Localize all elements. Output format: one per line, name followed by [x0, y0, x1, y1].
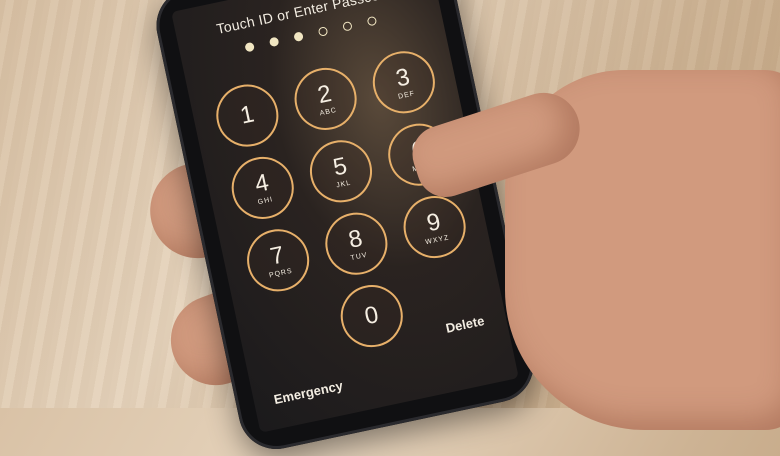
- key-4[interactable]: 4 GHI: [225, 151, 300, 225]
- key-0[interactable]: 0: [334, 279, 409, 353]
- key-1[interactable]: 1: [210, 78, 285, 153]
- key-letters: JKL: [335, 179, 352, 190]
- delete-button[interactable]: Delete: [444, 313, 485, 336]
- key-number: 8: [345, 224, 365, 254]
- key-number: 7: [267, 240, 287, 271]
- key-7[interactable]: 7 PQRS: [241, 223, 315, 298]
- passcode-dot: [317, 26, 329, 37]
- key-number: 0: [362, 301, 381, 331]
- key-3[interactable]: 3 DEF: [367, 45, 441, 120]
- passcode-dot: [244, 41, 256, 53]
- key-letters: WXYZ: [424, 233, 450, 246]
- key-number: 9: [424, 207, 443, 237]
- key-9[interactable]: 9 WXYZ: [397, 190, 472, 264]
- key-number: 3: [393, 62, 413, 93]
- key-number: 5: [330, 151, 350, 182]
- emergency-button[interactable]: Emergency: [272, 378, 344, 407]
- key-number: 1: [237, 100, 257, 130]
- passcode-dot: [293, 31, 304, 43]
- passcode-dot: [366, 15, 378, 27]
- key-number: 2: [315, 79, 334, 109]
- passcode-dot: [342, 20, 353, 32]
- photo-scene: Touch ID or Enter Passcode 1 2 ABC 3 DEF: [0, 0, 780, 456]
- key-letters: GHI: [257, 195, 274, 206]
- passcode-dot: [268, 36, 280, 48]
- key-number: 4: [252, 168, 272, 198]
- key-2[interactable]: 2 ABC: [288, 62, 363, 136]
- key-8[interactable]: 8 TUV: [319, 206, 394, 281]
- key-5[interactable]: 5 JKL: [304, 134, 378, 209]
